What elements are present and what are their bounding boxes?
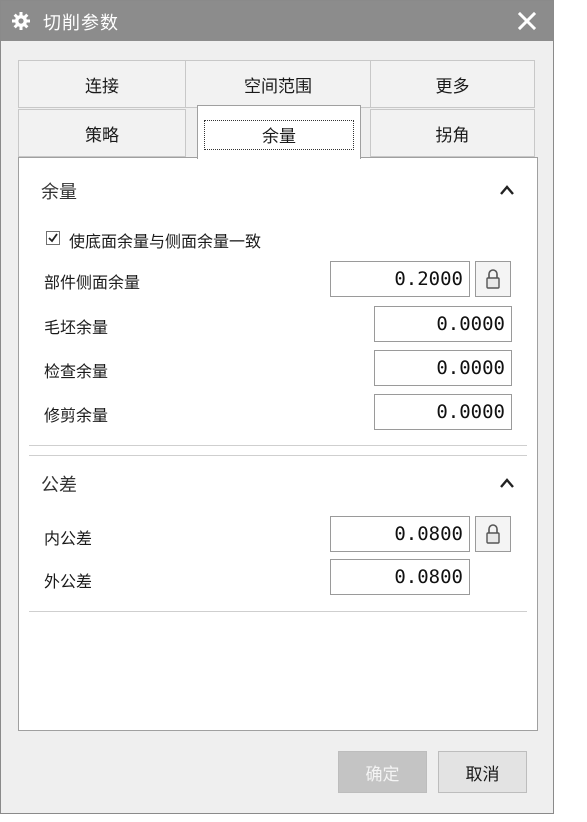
tab-content-panel: 余量 使底面余量与侧面余量一致 部件侧面余量 0.2000 毛坯余量 0.000… (18, 157, 538, 731)
gear-icon (12, 12, 30, 30)
checkmark-icon (48, 233, 58, 243)
tab-spatial-range[interactable]: 空间范围 (185, 60, 371, 108)
chevron-up-icon[interactable] (499, 184, 515, 196)
dialog-title: 切削参数 (43, 13, 119, 34)
tab-more[interactable]: 更多 (370, 60, 535, 108)
part-side-stock-label: 部件侧面余量 (44, 273, 141, 292)
trim-stock-label: 修剪余量 (44, 406, 109, 425)
trim-stock-input[interactable]: 0.0000 (374, 394, 512, 430)
close-button[interactable] (509, 5, 545, 37)
stock-section-title: 余量 (41, 182, 77, 203)
lock-icon (486, 524, 500, 544)
close-icon (517, 11, 537, 31)
blank-stock-input[interactable]: 0.0000 (374, 306, 512, 342)
cancel-button[interactable]: 取消 (438, 751, 527, 793)
title-bar: 切削参数 (1, 1, 553, 41)
cutting-parameters-dialog: 切削参数 连接 空间范围 更多 策略 余量 拐角 余量 使底面余量与侧面余量一致… (0, 0, 554, 814)
tolerance-section-title: 公差 (41, 475, 77, 496)
check-stock-label: 检查余量 (44, 362, 109, 381)
outtol-input[interactable]: 0.0800 (330, 559, 470, 595)
consistent-stock-label: 使底面余量与侧面余量一致 (69, 232, 262, 251)
tab-connection[interactable]: 连接 (18, 60, 186, 108)
blank-stock-label: 毛坯余量 (44, 318, 109, 337)
outtol-label: 外公差 (44, 572, 93, 591)
section-divider (29, 455, 527, 456)
intol-label: 内公差 (44, 529, 93, 548)
ok-button[interactable]: 确定 (338, 751, 427, 793)
part-side-stock-lock-button[interactable] (475, 261, 511, 297)
section-divider (29, 611, 527, 612)
part-side-stock-input[interactable]: 0.2000 (330, 261, 470, 297)
tab-stock-label: 余量 (204, 119, 354, 150)
check-stock-input[interactable]: 0.0000 (374, 350, 512, 386)
section-divider (29, 445, 527, 446)
tab-corner[interactable]: 拐角 (370, 109, 535, 157)
intol-lock-button[interactable] (475, 516, 511, 552)
tab-strategy[interactable]: 策略 (18, 109, 186, 157)
intol-input[interactable]: 0.0800 (330, 516, 470, 552)
lock-icon (486, 269, 500, 289)
tab-stock[interactable]: 余量 (197, 105, 361, 159)
consistent-stock-checkbox[interactable] (46, 231, 60, 245)
chevron-up-icon[interactable] (499, 477, 515, 489)
